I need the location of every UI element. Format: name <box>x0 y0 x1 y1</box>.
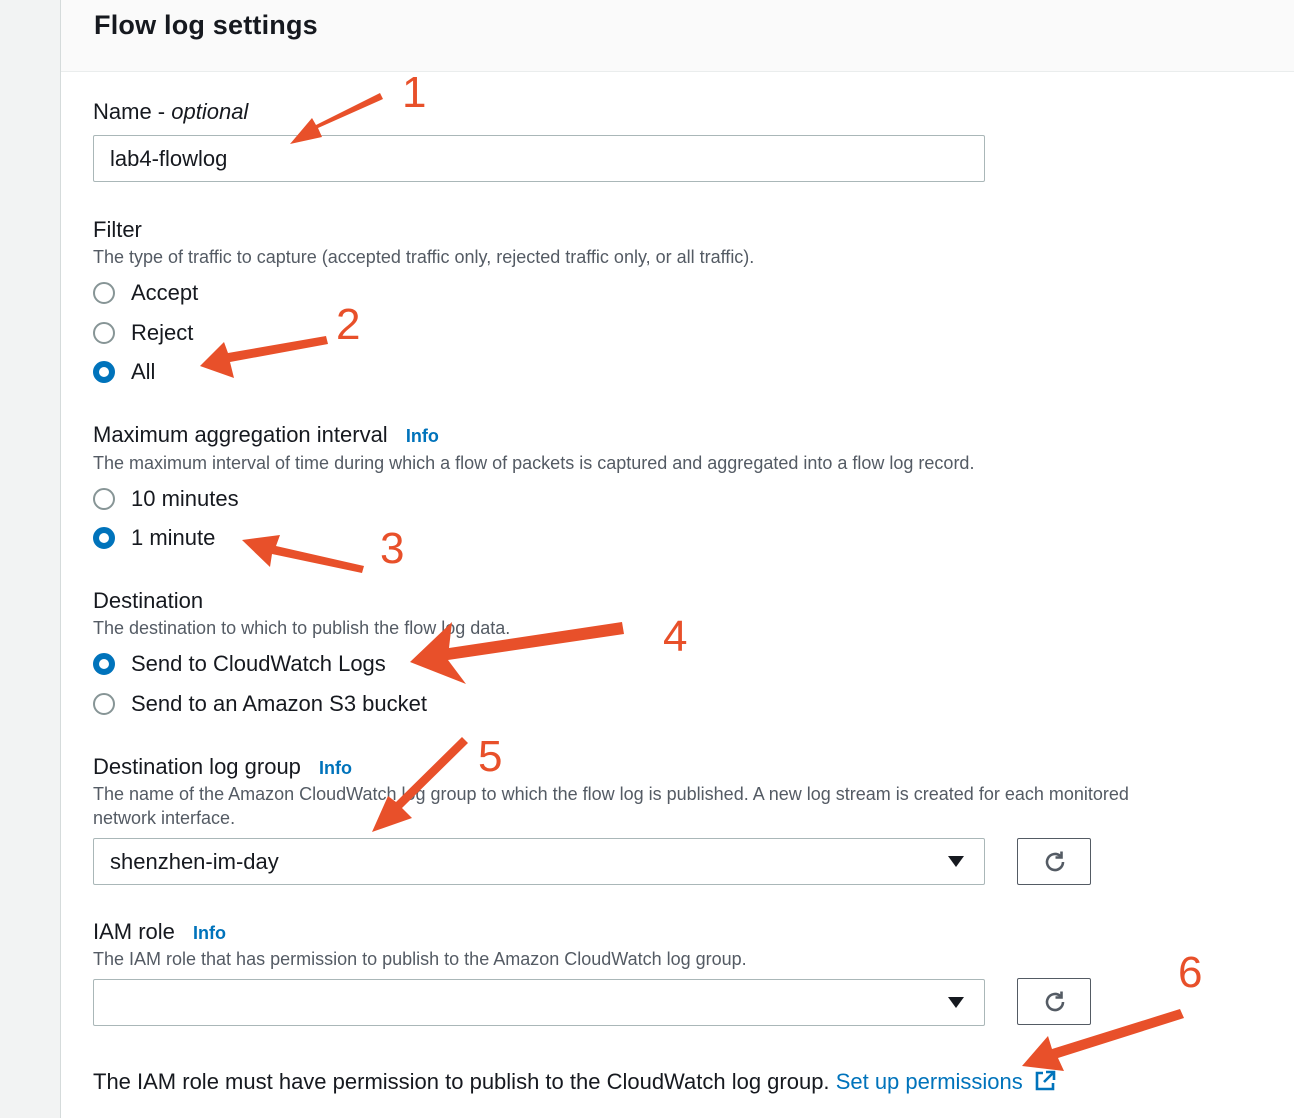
iam-role-refresh-button[interactable] <box>1017 978 1091 1025</box>
destination-option-s3[interactable]: Send to an Amazon S3 bucket <box>93 689 427 719</box>
log-group-select-value: shenzhen-im-day <box>110 849 279 874</box>
aggregation-description: The maximum interval of time during whic… <box>93 453 975 473</box>
filter-option-all[interactable]: All <box>93 357 155 387</box>
radio-checked-icon[interactable] <box>93 653 115 675</box>
name-label: Name - optional <box>93 99 248 125</box>
log-group-label: Destination log group Info <box>93 754 352 780</box>
radio-checked-icon[interactable] <box>93 527 115 549</box>
annotation-number-4: 4 <box>663 612 688 661</box>
log-group-label-text: Destination log group <box>93 754 301 779</box>
radio-label: 1 minute <box>131 525 216 550</box>
caret-down-icon <box>948 997 964 1008</box>
radio-label: Send to CloudWatch Logs <box>131 651 386 676</box>
annotation-number-6: 6 <box>1178 948 1203 997</box>
iam-role-info-link[interactable]: Info <box>193 923 226 943</box>
radio-label: Send to an Amazon S3 bucket <box>131 691 427 716</box>
set-up-permissions-link[interactable]: Set up permissions <box>836 1069 1057 1094</box>
log-group-description-line2: network interface. <box>93 808 236 828</box>
annotation-number-3: 3 <box>380 524 405 573</box>
filter-label: Filter <box>93 217 142 242</box>
destination-description: The destination to which to publish the … <box>93 618 511 638</box>
iam-role-select[interactable] <box>93 979 985 1026</box>
radio-unchecked-icon[interactable] <box>93 322 115 344</box>
permissions-note: The IAM role must have permission to pub… <box>93 1069 1057 1095</box>
radio-label: Reject <box>131 320 194 345</box>
annotation-number-2: 2 <box>336 300 361 349</box>
aggregation-info-link[interactable]: Info <box>406 426 439 446</box>
aggregation-label-text: Maximum aggregation interval <box>93 422 388 447</box>
radio-unchecked-icon[interactable] <box>93 488 115 510</box>
radio-label: 10 minutes <box>131 486 239 511</box>
destination-option-cloudwatch[interactable]: Send to CloudWatch Logs <box>93 649 386 679</box>
name-input[interactable] <box>93 135 985 182</box>
caret-down-icon <box>948 856 964 867</box>
filter-option-accept[interactable]: Accept <box>93 278 198 308</box>
filter-option-reject[interactable]: Reject <box>93 318 193 348</box>
log-group-info-link[interactable]: Info <box>319 758 352 778</box>
set-up-permissions-link-text: Set up permissions <box>835 1069 1023 1094</box>
left-margin <box>0 0 60 1118</box>
radio-unchecked-icon[interactable] <box>93 693 115 715</box>
log-group-refresh-button[interactable] <box>1017 838 1091 885</box>
name-label-text: Name - <box>93 99 172 124</box>
iam-role-description: The IAM role that has permission to publ… <box>93 949 747 969</box>
radio-label: All <box>131 359 156 384</box>
panel-title: Flow log settings <box>94 10 318 40</box>
refresh-icon <box>1045 851 1065 872</box>
iam-role-label: IAM role Info <box>93 919 226 945</box>
radio-label: Accept <box>131 280 199 305</box>
filter-description: The type of traffic to capture (accepted… <box>93 247 755 267</box>
log-group-description-line1: The name of the Amazon CloudWatch log gr… <box>93 784 1129 804</box>
log-group-description: The name of the Amazon CloudWatch log gr… <box>93 782 1129 830</box>
refresh-icon <box>1045 991 1065 1012</box>
iam-role-label-text: IAM role <box>93 919 175 944</box>
annotation-number-1: 1 <box>402 68 427 117</box>
log-group-select[interactable]: shenzhen-im-day <box>93 838 985 885</box>
annotation-number-5: 5 <box>478 732 503 781</box>
radio-checked-icon[interactable] <box>93 361 115 383</box>
optional-hint: optional <box>171 99 249 124</box>
panel-header: Flow log settings <box>61 0 1294 72</box>
aggregation-option-1-minute[interactable]: 1 minute <box>93 523 215 553</box>
aggregation-option-10-minutes[interactable]: 10 minutes <box>93 484 239 514</box>
aggregation-label: Maximum aggregation interval Info <box>93 422 439 448</box>
radio-unchecked-icon[interactable] <box>93 282 115 304</box>
destination-label: Destination <box>93 588 204 613</box>
external-link-icon <box>1035 1070 1056 1091</box>
permissions-note-text: The IAM role must have permission to pub… <box>93 1069 830 1094</box>
